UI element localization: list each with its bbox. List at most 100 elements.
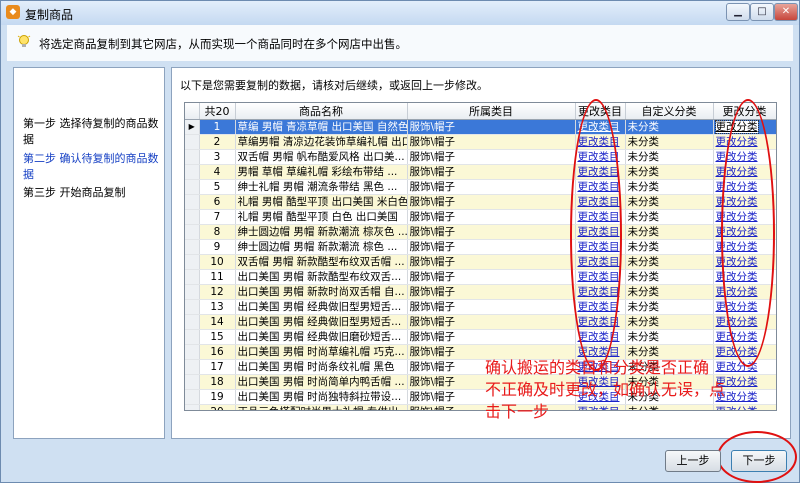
table-row[interactable]: 14 出口美国 男帽 经典做旧型男短舌... 服饰\帽子 更改类目 未分类 更改分类 <box>185 314 776 330</box>
row-number: 10 <box>199 254 236 270</box>
table-row[interactable]: 9 绅士圆边帽 男帽 新款潮流 棕色 ... 服饰\帽子 更改类目 未分类 更改分类 <box>185 239 776 255</box>
row-number: 19 <box>199 389 236 405</box>
table-row[interactable]: 8 绅士圆边帽 男帽 新款潮流 棕灰色 ... 服饰\帽子 更改类目 未分类 更改分类 <box>185 224 776 240</box>
goods-name: 出口美国 男帽 时尚简单内鸭舌帽 ... <box>235 374 408 390</box>
table-row[interactable]: 11 出口美国 男帽 新款酷型布纹双舌... 服饰\帽子 更改类目 未分类 更改分类 <box>185 269 776 285</box>
col-custom-class[interactable]: 自定义分类 <box>625 103 714 120</box>
category-cell: 服饰\帽子 <box>407 179 576 195</box>
row-number: 3 <box>199 149 236 165</box>
category-cell: 服饰\帽子 <box>407 329 576 345</box>
goods-name: 出口美国 男帽 经典做旧型男短舌... <box>235 314 408 330</box>
row-indicator <box>185 224 200 240</box>
window-title: 复制商品 <box>25 8 74 22</box>
row-number: 6 <box>199 194 236 210</box>
category-cell: 服饰\帽子 <box>407 254 576 270</box>
row-number: 14 <box>199 314 236 330</box>
previous-button[interactable]: 上一步 <box>665 450 721 472</box>
title-bar: ◆ 复制商品 ▁ □ ✕ <box>1 1 799 25</box>
col-count[interactable]: 共20 <box>199 103 236 120</box>
step-1: 第一步 选择待复制的商品数据 <box>23 117 159 146</box>
indicator-header <box>185 103 200 120</box>
row-number: 11 <box>199 269 236 285</box>
custom-class-cell: 未分类 <box>625 284 714 300</box>
category-cell: 服饰\帽子 <box>407 164 576 180</box>
row-indicator <box>185 254 200 270</box>
custom-class-cell: 未分类 <box>625 239 714 255</box>
table-row[interactable]: 6 礼帽 男帽 酷型平顶 出口美国 米白色 服饰\帽子 更改类目 未分类 更改分类 <box>185 194 776 210</box>
lightbulb-icon <box>17 35 31 47</box>
category-cell: 服饰\帽子 <box>407 224 576 240</box>
annotation-line-1: 确认搬运的类目和分类是否正确 <box>485 358 710 377</box>
goods-name: 出口美国 男帽 时尚草编礼帽 巧克... <box>235 344 408 360</box>
category-cell: 服饰\帽子 <box>407 314 576 330</box>
col-category[interactable]: 所属类目 <box>407 103 576 120</box>
custom-class-cell: 未分类 <box>625 149 714 165</box>
step-3: 第三步 开始商品复制 <box>23 186 126 199</box>
category-cell: 服饰\帽子 <box>407 149 576 165</box>
table-row[interactable]: ▶ 1 草编 男帽 青凉草帽 出口美国 自然色 服饰\帽子 更改类目 未分类 更改分类 <box>185 119 776 135</box>
custom-class-cell: 未分类 <box>625 224 714 240</box>
maximize-button[interactable]: □ <box>750 3 774 21</box>
row-number: 18 <box>199 374 236 390</box>
table-row[interactable]: 13 出口美国 男帽 经典做旧型男短舌... 服饰\帽子 更改类目 未分类 更改分类 <box>185 299 776 315</box>
row-number: 7 <box>199 209 236 225</box>
table-row[interactable]: 12 出口美国 男帽 新款时尚双舌帽 自... 服饰\帽子 更改类目 未分类 更改分类 <box>185 284 776 300</box>
minimize-button[interactable]: ▁ <box>726 3 750 21</box>
row-number: 17 <box>199 359 236 375</box>
category-cell: 服饰\帽子 <box>407 134 576 150</box>
goods-name: 草编 男帽 青凉草帽 出口美国 自然色 <box>235 119 408 135</box>
row-number: 4 <box>199 164 236 180</box>
next-button[interactable]: 下一步 <box>731 450 787 472</box>
highlight-oval-category <box>570 99 622 371</box>
custom-class-cell: 未分类 <box>625 329 714 345</box>
close-button[interactable]: ✕ <box>774 3 798 21</box>
category-cell: 服饰\帽子 <box>407 299 576 315</box>
instruction-text: 以下是您需要复制的数据，请核对后继续，或返回上一步修改。 <box>180 79 488 92</box>
row-indicator <box>185 329 200 345</box>
custom-class-cell: 未分类 <box>625 194 714 210</box>
table-row[interactable]: 15 出口美国 男帽 经典做旧磨砂短舌... 服饰\帽子 更改类目 未分类 更改分类 <box>185 329 776 345</box>
row-indicator <box>185 359 200 375</box>
row-indicator <box>185 314 200 330</box>
header-banner: 将选定商品复制到其它网店，从而实现一个商品同时在多个网店中出售。 <box>7 25 793 61</box>
custom-class-cell: 未分类 <box>625 179 714 195</box>
table-row[interactable]: 10 双舌帽 男帽 新款酷型布纹双舌帽 ... 服饰\帽子 更改类目 未分类 更改分类 <box>185 254 776 270</box>
row-number: 9 <box>199 239 236 255</box>
table-row[interactable]: 3 双舌帽 男帽 帆布酷爱风格 出口美... 服饰\帽子 更改类目 未分类 更改分类 <box>185 149 776 165</box>
row-indicator <box>185 269 200 285</box>
category-cell: 服饰\帽子 <box>407 269 576 285</box>
custom-class-cell: 未分类 <box>625 314 714 330</box>
category-cell: 服饰\帽子 <box>407 119 576 135</box>
row-indicator <box>185 149 200 165</box>
custom-class-cell: 未分类 <box>625 119 714 135</box>
header-description: 将选定商品复制到其它网店，从而实现一个商品同时在多个网店中出售。 <box>39 37 407 51</box>
category-cell: 服饰\帽子 <box>407 194 576 210</box>
app-icon: ◆ <box>6 5 20 19</box>
row-number: 5 <box>199 179 236 195</box>
col-name[interactable]: 商品名称 <box>235 103 408 120</box>
annotation-text: 确认搬运的类目和分类是否正确 不正确及时更改，如确认无误，点 击下一步 <box>485 357 800 423</box>
goods-name: 正品三色搭配时尚男士礼帽 专供出... <box>235 404 408 410</box>
goods-name: 绅士圆边帽 男帽 新款潮流 棕色 ... <box>235 239 408 255</box>
row-indicator <box>185 134 200 150</box>
row-indicator <box>185 164 200 180</box>
custom-class-cell: 未分类 <box>625 134 714 150</box>
table-row[interactable]: 2 草编男帽 清凉边花装饰草编礼帽 出口美 服饰\帽子 更改类目 未分类 更改分类 <box>185 134 776 150</box>
goods-name: 双舌帽 男帽 帆布酷爱风格 出口美... <box>235 149 408 165</box>
goods-name: 出口美国 男帽 经典做旧型男短舌... <box>235 299 408 315</box>
category-cell: 服饰\帽子 <box>407 209 576 225</box>
table-row[interactable]: 5 绅士礼帽 男帽 潮流条带结 黑色 ... 服饰\帽子 更改类目 未分类 更改分类 <box>185 179 776 195</box>
steps-panel: 第一步 选择待复制的商品数据 第二步 确认待复制的商品数据 第三步 开始商品复制 <box>13 67 165 439</box>
row-number: 2 <box>199 134 236 150</box>
table-row[interactable]: 7 礼帽 男帽 酷型平顶 白色 出口美国 服饰\帽子 更改类目 未分类 更改分类 <box>185 209 776 225</box>
table-row[interactable]: 4 男帽 草帽 草编礼帽 彩绘布带结 ... 服饰\帽子 更改类目 未分类 更改分类 <box>185 164 776 180</box>
row-number: 1 <box>199 119 236 135</box>
custom-class-cell: 未分类 <box>625 209 714 225</box>
annotation-line-3: 击下一步 <box>485 402 550 421</box>
copy-goods-dialog: ◆ 复制商品 ▁ □ ✕ 将选定商品复制到其它网店，从而实现一个商品同时在多个网… <box>0 0 800 483</box>
custom-class-cell: 未分类 <box>625 254 714 270</box>
custom-class-cell: 未分类 <box>625 164 714 180</box>
row-indicator <box>185 374 200 390</box>
row-indicator <box>185 404 200 410</box>
custom-class-cell: 未分类 <box>625 269 714 285</box>
